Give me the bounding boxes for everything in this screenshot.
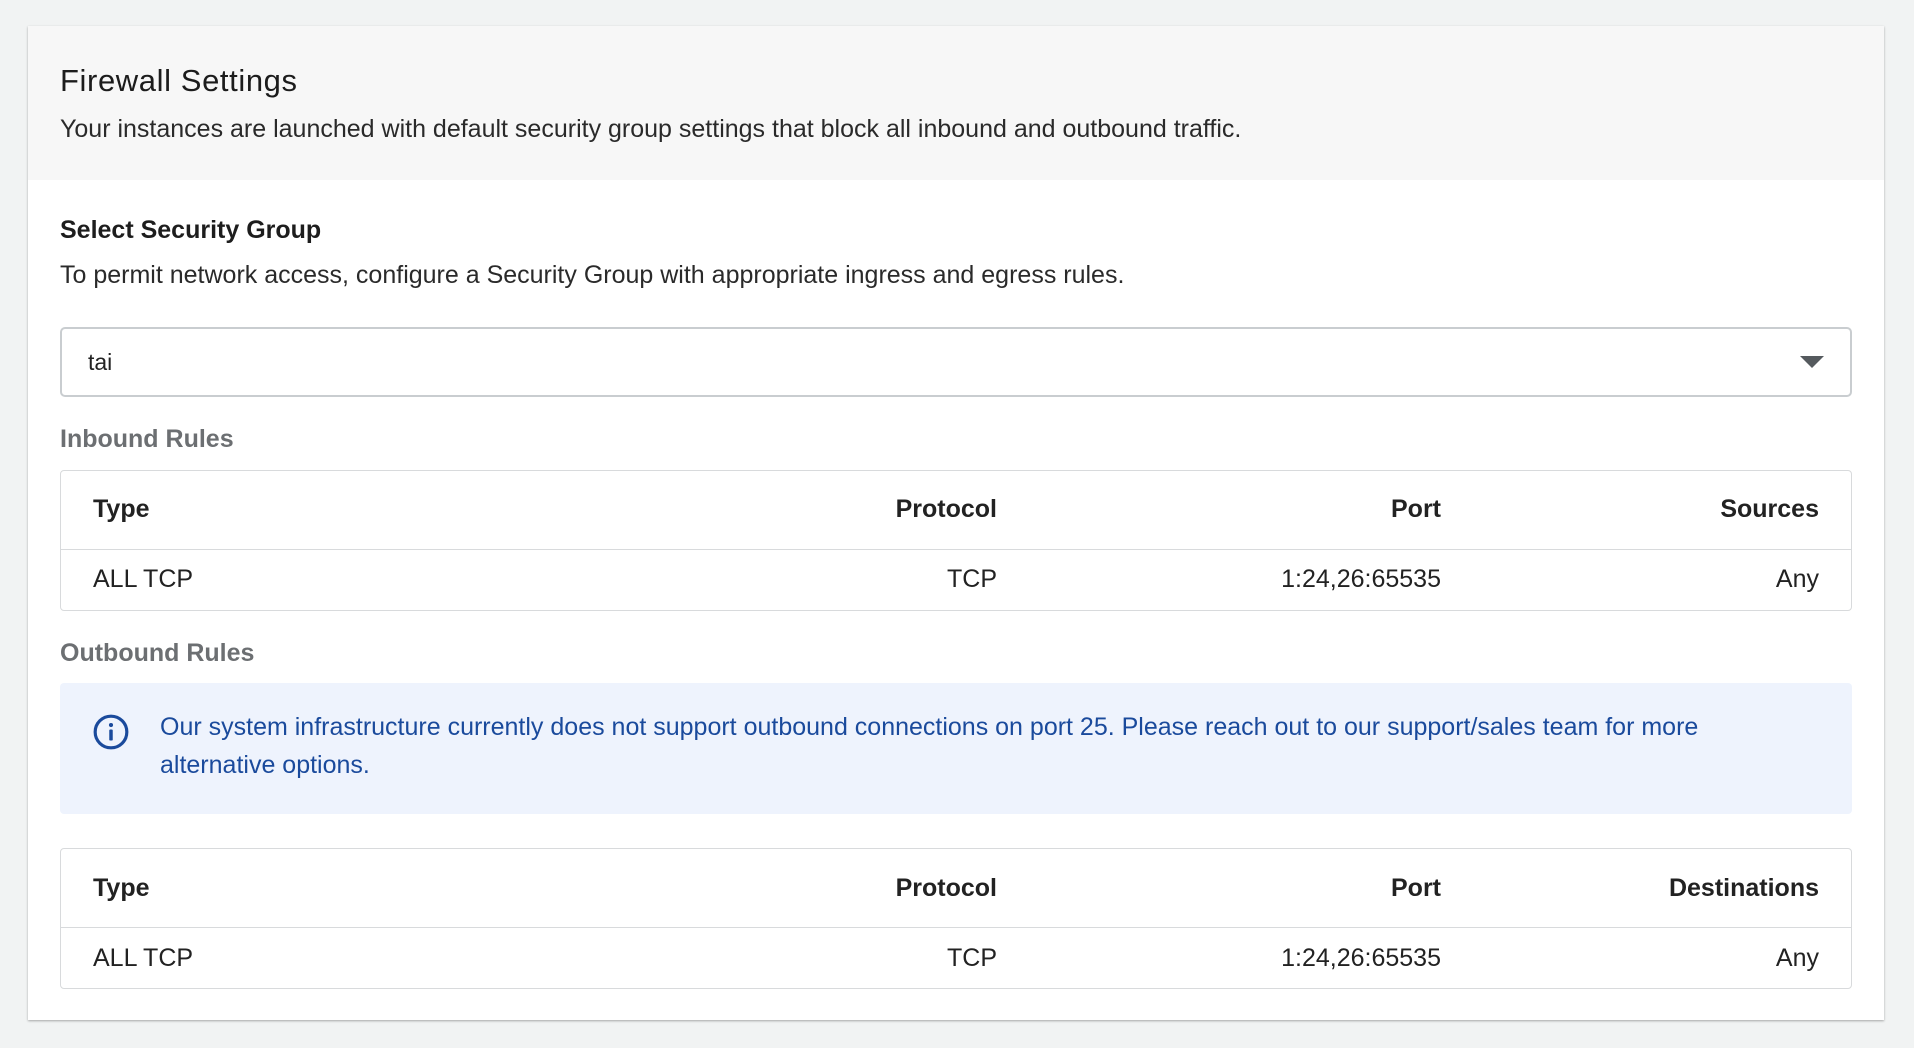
outbound-rule-destination: Any bbox=[1775, 943, 1819, 972]
outbound-col-destinations: Destinations bbox=[1473, 849, 1851, 928]
inbound-rule-port: 1:24,26:65535 bbox=[1281, 565, 1441, 593]
inbound-rule-source: Any bbox=[1775, 565, 1819, 593]
outbound-col-type: Type bbox=[61, 849, 685, 928]
outbound-col-protocol: Protocol bbox=[685, 849, 1029, 928]
inbound-rules-table: Type Protocol Port Sources ALL TCP TCP 1… bbox=[60, 469, 1852, 611]
notice-text: Our system infrastructure currently does… bbox=[160, 713, 1699, 779]
inbound-rule-type: ALL TCP bbox=[93, 565, 194, 593]
card-header: Firewall Settings Your instances are lau… bbox=[28, 26, 1884, 180]
outbound-header-row: Type Protocol Port Destinations bbox=[61, 849, 1851, 928]
outbound-rule-type: ALL TCP bbox=[93, 943, 194, 972]
outbound-rules-label: Outbound Rules bbox=[60, 638, 255, 667]
card-body: Select Security Group To permit network … bbox=[28, 180, 1884, 989]
outbound-rules-table: Type Protocol Port Destinations ALL TCP … bbox=[60, 848, 1852, 989]
outbound-rule-protocol: TCP bbox=[947, 943, 997, 972]
page-description: Your instances are launched with default… bbox=[60, 115, 1242, 144]
inbound-col-protocol: Protocol bbox=[685, 471, 1029, 550]
table-row: ALL TCP TCP 1:24,26:65535 Any bbox=[61, 928, 1851, 988]
inbound-header-row: Type Protocol Port Sources bbox=[61, 471, 1851, 550]
firewall-settings-card: Firewall Settings Your instances are lau… bbox=[28, 26, 1884, 1020]
inbound-rules-label: Inbound Rules bbox=[60, 425, 234, 453]
page-title: Firewall Settings bbox=[60, 63, 298, 98]
info-icon bbox=[93, 714, 129, 750]
security-group-selected-value: tai bbox=[88, 348, 113, 375]
security-group-select[interactable]: tai bbox=[60, 327, 1852, 397]
security-group-description: To permit network access, configure a Se… bbox=[60, 260, 1125, 289]
outbound-col-port: Port bbox=[1029, 849, 1473, 928]
table-row: ALL TCP TCP 1:24,26:65535 Any bbox=[61, 550, 1851, 610]
inbound-col-type: Type bbox=[61, 471, 685, 550]
outbound-rule-port: 1:24,26:65535 bbox=[1281, 943, 1441, 972]
caret-down-icon[interactable] bbox=[1800, 356, 1824, 368]
inbound-rule-protocol: TCP bbox=[947, 565, 997, 593]
inbound-col-port: Port bbox=[1029, 471, 1473, 550]
inbound-col-sources: Sources bbox=[1473, 471, 1851, 550]
security-group-title: Select Security Group bbox=[60, 216, 322, 244]
port-25-notice: Our system infrastructure currently does… bbox=[60, 683, 1852, 814]
